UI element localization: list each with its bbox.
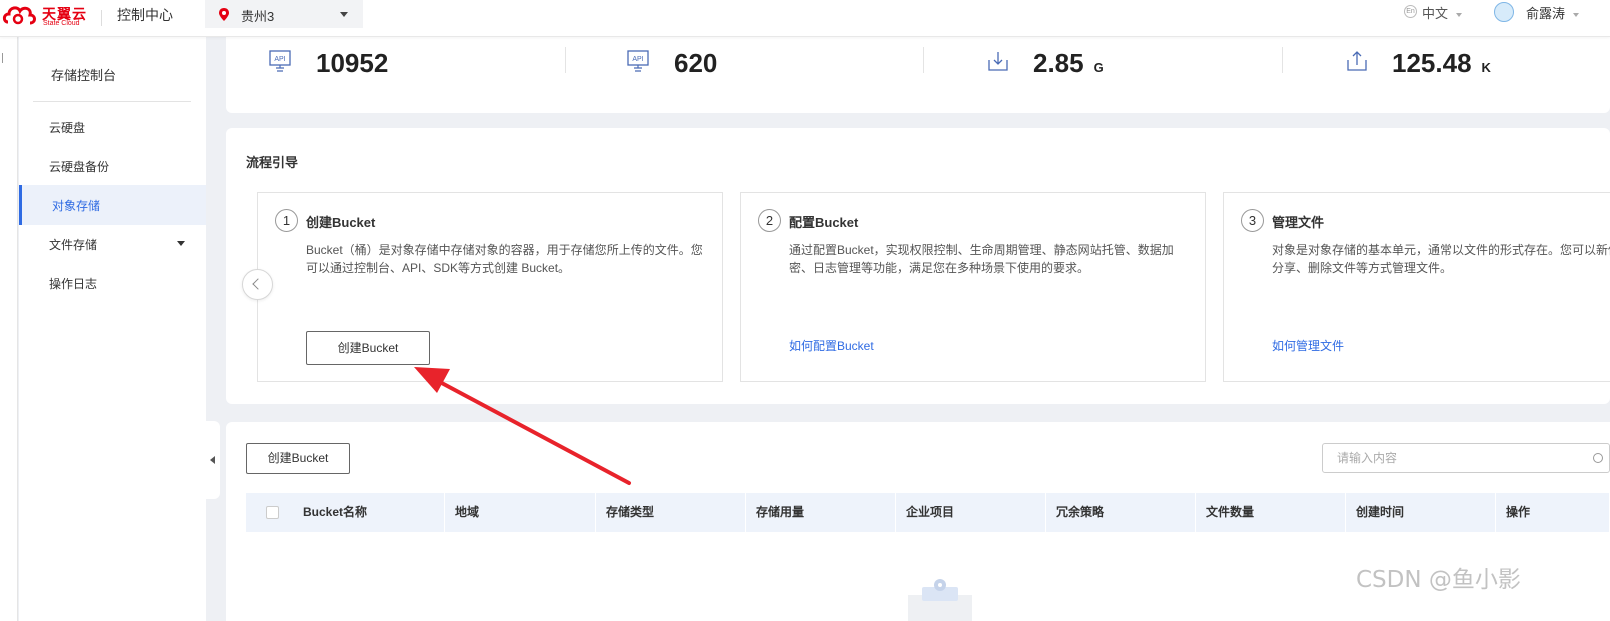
cloud-logo-icon bbox=[2, 6, 36, 25]
column-header-enterprise-project[interactable]: 企业项目 bbox=[896, 493, 1046, 532]
language-selector[interactable]: 中文 bbox=[1404, 3, 1463, 22]
region-selector[interactable]: 贵州3 bbox=[205, 0, 363, 28]
step-description: Bucket（桶）是对象存储中存储对象的容器，用于存储您所上传的文件。您可以通过… bbox=[306, 243, 703, 275]
sidebar-item-label: 对象存储 bbox=[52, 199, 101, 213]
carousel-prev-button[interactable] bbox=[242, 269, 273, 300]
step-number: 3 bbox=[1241, 209, 1264, 232]
brand-logo[interactable]: 天翼云 State Cloud bbox=[2, 2, 90, 30]
svg-text:API: API bbox=[632, 56, 643, 63]
table-header: Bucket名称 地域 存储类型 存储用量 企业项目 冗余策略 文件数量 创建时… bbox=[246, 493, 1610, 532]
sidebar-item-label: 文件存储 bbox=[49, 238, 98, 252]
process-guide-card: 流程引导 1 创建Bucket Bucket（桶）是对象存储中存储对象的容器，用… bbox=[226, 128, 1610, 404]
guide-heading: 流程引导 bbox=[246, 155, 299, 170]
column-header-region[interactable]: 地域 bbox=[445, 493, 596, 532]
stat-divider bbox=[1282, 47, 1283, 73]
stat-unit: G bbox=[1093, 60, 1104, 75]
column-header-redundancy[interactable]: 冗余策略 bbox=[1046, 493, 1196, 532]
chevron-down-icon bbox=[1456, 12, 1463, 17]
location-pin-icon bbox=[219, 8, 229, 21]
user-menu[interactable]: 俞露涛 bbox=[1494, 3, 1580, 22]
sidebar-item-label: 操作日志 bbox=[49, 277, 98, 291]
api-icon: API bbox=[269, 50, 291, 72]
column-header-name[interactable]: Bucket名称 bbox=[293, 493, 445, 532]
console-title[interactable]: 控制中心 bbox=[117, 5, 173, 25]
sidebar-item-cloud-disk[interactable]: 云硬盘 bbox=[19, 107, 206, 147]
stat-value: 2.85 G bbox=[1033, 48, 1104, 78]
step-title: 管理文件 bbox=[1272, 215, 1325, 230]
stats-card: API 10952 API 620 2.85 G 125.48 K bbox=[226, 37, 1610, 113]
chevron-down-icon bbox=[1573, 12, 1580, 17]
logo-en-text: State Cloud bbox=[43, 20, 80, 27]
svg-text:API: API bbox=[274, 56, 285, 63]
chevron-down-icon bbox=[177, 241, 185, 246]
guide-step-create-bucket: 1 创建Bucket Bucket（桶）是对象存储中存储对象的容器，用于存储您所… bbox=[257, 192, 723, 382]
sidebar-item-label: 云硬盘 bbox=[49, 121, 86, 135]
sidebar-item-file-storage[interactable]: 文件存储 bbox=[19, 224, 206, 264]
region-name: 贵州3 bbox=[241, 9, 275, 24]
user-name: 俞露涛 bbox=[1526, 6, 1566, 21]
sidebar-item-disk-backup[interactable]: 云硬盘备份 bbox=[19, 146, 206, 186]
chevron-down-icon bbox=[340, 12, 348, 17]
sidebar-title: 存储控制台 bbox=[51, 68, 117, 83]
search-input[interactable] bbox=[1337, 450, 1567, 466]
sidebar-divider bbox=[33, 101, 191, 102]
step-title: 创建Bucket bbox=[306, 215, 376, 230]
step-description: 通过配置Bucket，实现权限控制、生命周期管理、静态网站托管、数据加密、日志管… bbox=[789, 243, 1174, 275]
sidebar-collapse-handle[interactable] bbox=[206, 421, 220, 499]
download-icon bbox=[988, 52, 1008, 71]
top-nav-bar: 天翼云 State Cloud 控制中心 贵州3 En 中文 俞露涛 bbox=[0, 0, 1610, 37]
select-all-checkbox[interactable] bbox=[266, 506, 279, 519]
chevron-left-icon bbox=[252, 278, 264, 290]
guide-step-manage-files: 3 管理文件 对象是对象存储的基本单元，通常以文件的形式存在。您可以新传、下载、… bbox=[1223, 192, 1610, 382]
strip-marker bbox=[2, 53, 8, 63]
stat-value: 125.48 K bbox=[1392, 48, 1491, 78]
sidebar-item-object-storage[interactable]: 对象存储 bbox=[19, 185, 206, 225]
step-description: 对象是对象存储的基本单元，通常以文件的形式存在。您可以新传、下载、分享、删除文件… bbox=[1272, 243, 1610, 275]
column-header-storage-usage[interactable]: 存储用量 bbox=[746, 493, 896, 532]
left-product-strip bbox=[0, 37, 18, 621]
column-header-created-time[interactable]: 创建时间 bbox=[1346, 493, 1496, 532]
create-bucket-toolbar-button[interactable]: 创建Bucket bbox=[246, 443, 350, 474]
stat-divider bbox=[923, 47, 924, 73]
step-number: 1 bbox=[275, 209, 298, 232]
guide-step-configure-bucket: 2 配置Bucket 通过配置Bucket，实现权限控制、生命周期管理、静态网站… bbox=[740, 192, 1206, 382]
watermark: CSDN @鱼小影 bbox=[1356, 567, 1521, 593]
stat-divider bbox=[565, 47, 566, 73]
create-bucket-button[interactable]: 创建Bucket bbox=[306, 331, 430, 365]
step-title: 配置Bucket bbox=[789, 215, 859, 230]
stat-value: 620 bbox=[674, 48, 718, 78]
stat-unit: K bbox=[1481, 60, 1491, 75]
manage-files-link[interactable]: 如何管理文件 bbox=[1272, 337, 1344, 354]
column-header-file-count[interactable]: 文件数量 bbox=[1196, 493, 1346, 532]
column-header-storage-type[interactable]: 存储类型 bbox=[596, 493, 746, 532]
header-divider bbox=[101, 10, 102, 26]
sidebar-item-label: 云硬盘备份 bbox=[49, 160, 110, 174]
empty-state-illustration bbox=[908, 579, 972, 621]
sidebar: 存储控制台 云硬盘 云硬盘备份 对象存储 文件存储 操作日志 bbox=[19, 37, 206, 621]
stat-value: 10952 bbox=[316, 48, 389, 78]
upload-icon bbox=[1347, 51, 1367, 71]
search-icon[interactable] bbox=[1593, 453, 1603, 463]
search-box bbox=[1322, 443, 1610, 473]
configure-bucket-link[interactable]: 如何配置Bucket bbox=[789, 337, 874, 354]
step-number: 2 bbox=[758, 209, 781, 232]
language-label: 中文 bbox=[1422, 6, 1449, 21]
sidebar-item-operation-log[interactable]: 操作日志 bbox=[19, 263, 206, 303]
api-icon: API bbox=[627, 50, 649, 72]
column-header-actions: 操作 bbox=[1496, 493, 1610, 532]
chevron-left-icon bbox=[210, 456, 215, 464]
